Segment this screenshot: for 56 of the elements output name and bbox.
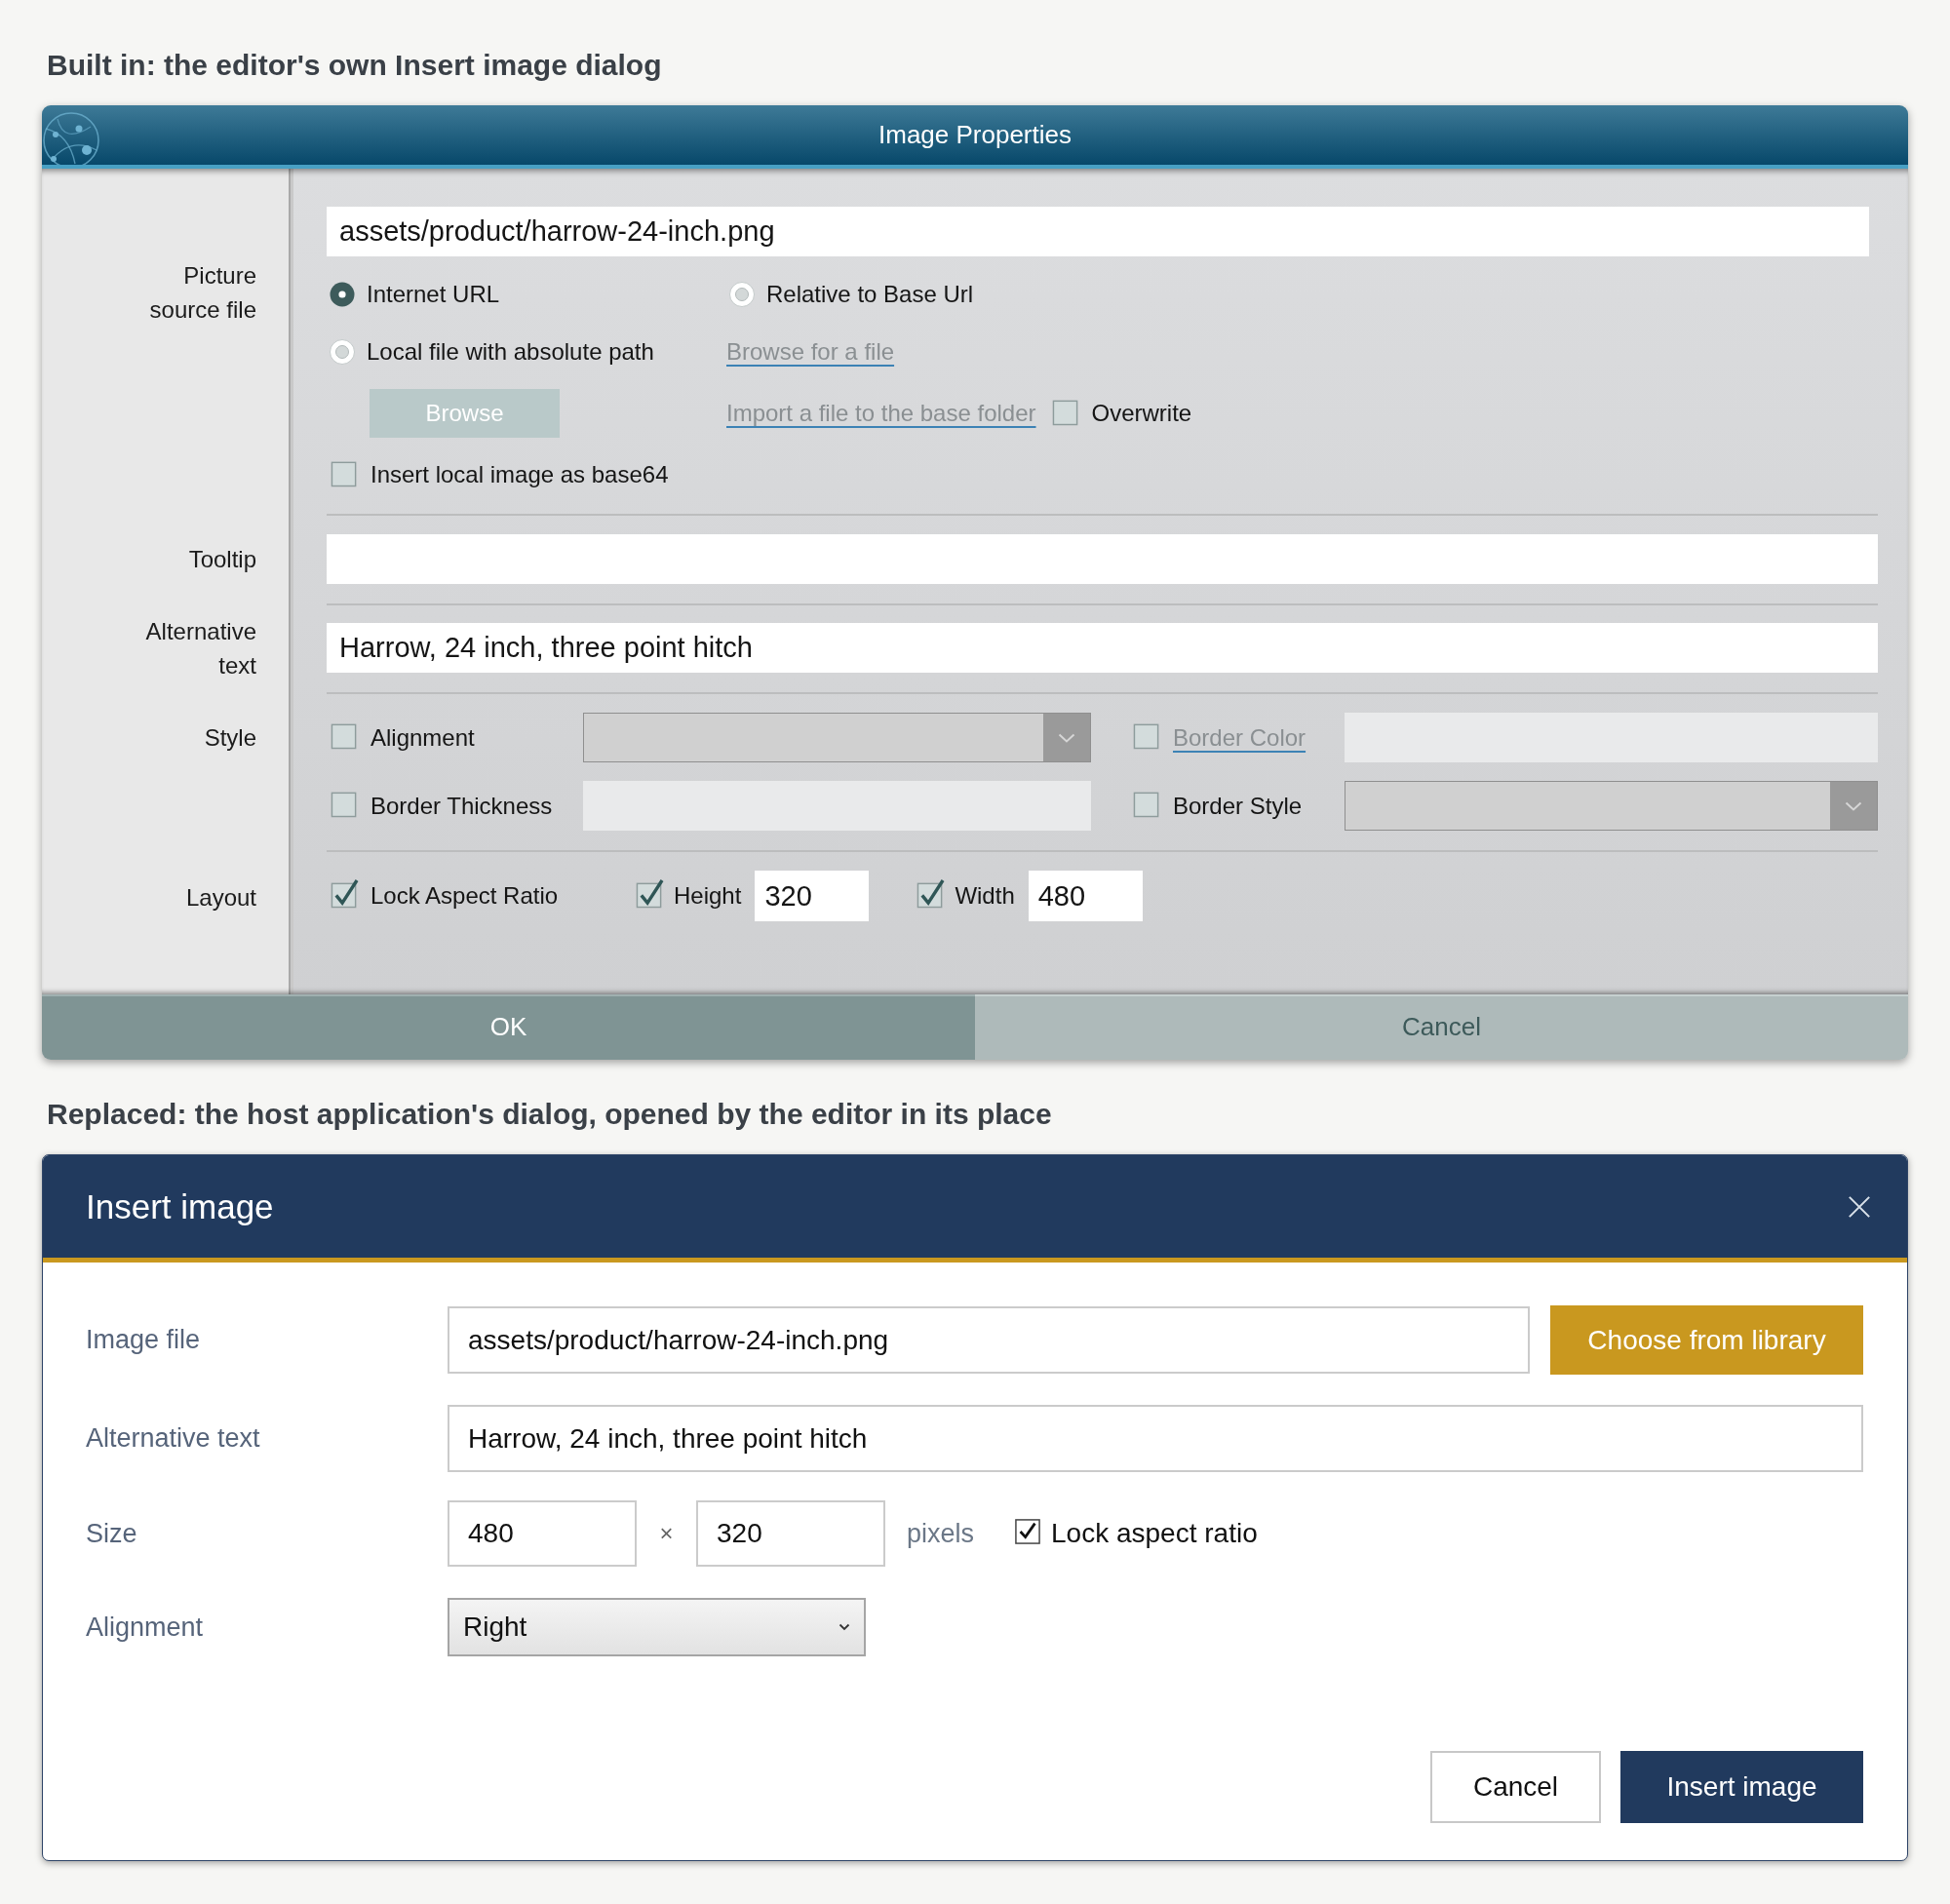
dialog-title: Image Properties <box>878 120 1072 150</box>
radio-label: Local file with absolute path <box>367 338 654 366</box>
chevron-down-icon <box>1845 800 1862 811</box>
width-field[interactable]: 480 <box>448 1500 637 1567</box>
chevron-down-icon <box>838 1623 850 1631</box>
checkbox-label: Width <box>955 882 1015 910</box>
alignment-select[interactable]: Right <box>448 1598 866 1656</box>
radio-button[interactable] <box>330 339 355 365</box>
checkbox[interactable] <box>916 877 946 909</box>
checkbox-label: Overwrite <box>1091 400 1192 427</box>
checkbox-label: Alignment <box>370 723 475 752</box>
cancel-button[interactable]: Cancel <box>975 994 1908 1060</box>
field-label: Alternative text <box>144 616 256 680</box>
radio-button[interactable] <box>729 282 755 307</box>
checkbox-label: Lock aspect ratio <box>1051 1518 1258 1549</box>
checkbox-label: Border Style <box>1173 792 1303 820</box>
radio-button[interactable] <box>330 282 355 307</box>
field-label: Alignment <box>86 1612 204 1643</box>
close-icon[interactable] <box>1848 1194 1871 1219</box>
alt-text-field[interactable]: Harrow, 24 inch, three point hitch <box>448 1405 1863 1472</box>
text-field[interactable] <box>583 781 1091 831</box>
number-field[interactable]: 320 <box>755 871 870 921</box>
field-label: Tooltip <box>188 544 256 574</box>
dropdown-field[interactable] <box>583 713 1091 762</box>
unit-label: pixels <box>907 1518 975 1549</box>
times-sign: × <box>658 1520 675 1547</box>
number-field[interactable]: 480 <box>1028 871 1143 921</box>
field-label: Image file <box>86 1325 201 1355</box>
cancel-button[interactable]: Cancel <box>1430 1751 1601 1823</box>
checkbox[interactable] <box>331 877 359 909</box>
field-label: Size <box>86 1518 137 1549</box>
field-label: Alternative text <box>86 1423 260 1454</box>
height-field[interactable]: 320 <box>696 1500 885 1567</box>
alt-text-field[interactable]: Harrow, 24 inch, three point hitch <box>327 623 1878 673</box>
checkbox[interactable] <box>636 877 664 909</box>
checkbox[interactable] <box>1015 1519 1041 1544</box>
section-heading: Built in: the editor's own Insert image dialog <box>47 48 662 83</box>
dropdown-button[interactable] <box>1830 782 1877 830</box>
image-file-field[interactable]: assets/product/harrow-24-inch.png <box>448 1306 1530 1374</box>
radio-label: Internet URL <box>367 281 500 308</box>
section-heading: Replaced: the host application's dialog, opened by the editor in its place <box>47 1097 1052 1132</box>
field-label: Style <box>204 723 256 753</box>
insert-button[interactable]: Insert image <box>1620 1751 1863 1823</box>
field-label: Layout <box>185 883 256 913</box>
checkbox-label: Border Thickness <box>370 792 553 820</box>
tooltip-field[interactable] <box>327 534 1878 584</box>
checkbox-label: Lock Aspect Ratio <box>370 882 559 910</box>
checkbox-label: Insert local image as base64 <box>370 461 669 488</box>
dropdown-field[interactable] <box>1345 781 1878 831</box>
checkbox-label: Height <box>674 882 742 910</box>
radio-label: Relative to Base Url <box>766 281 974 308</box>
url-field[interactable]: assets/product/harrow-24-inch.png <box>327 207 1869 256</box>
dialog-title: Insert image <box>86 1186 274 1226</box>
field-label: Picture source file <box>148 261 256 325</box>
dropdown-button[interactable] <box>1043 714 1090 761</box>
chevron-down-icon <box>1058 732 1075 743</box>
